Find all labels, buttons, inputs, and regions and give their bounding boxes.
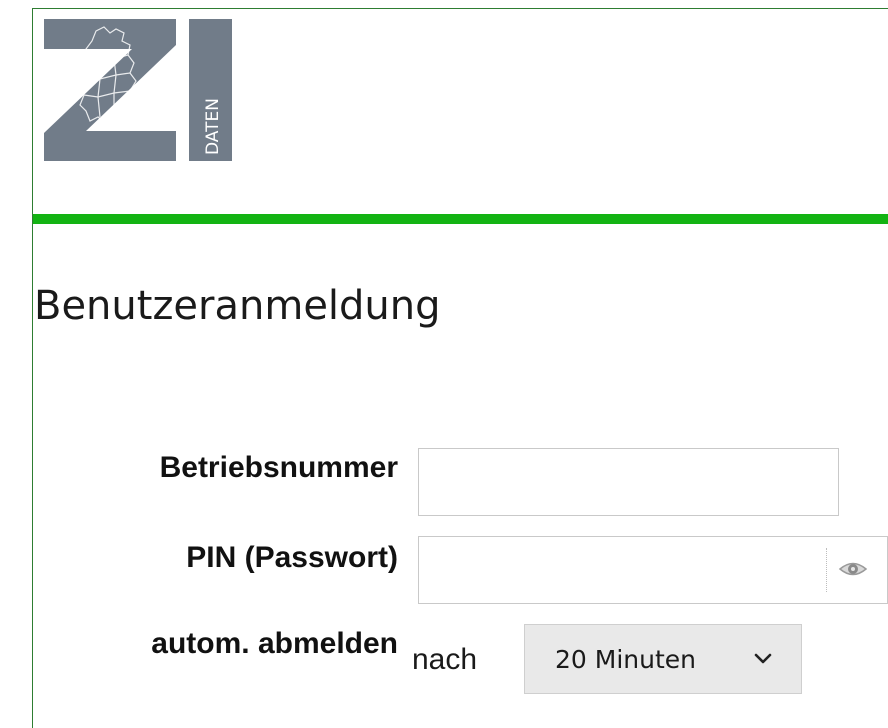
header-green-rule — [33, 214, 888, 224]
page-frame-top-border — [32, 8, 888, 9]
betriebsnummer-input[interactable] — [418, 448, 839, 516]
page-title: Benutzeranmeldung — [34, 283, 441, 329]
logo-z-letter — [44, 19, 176, 161]
page-frame-left-border — [32, 8, 33, 728]
betriebsnummer-label: Betriebsnummer — [159, 451, 398, 484]
pin-password-input[interactable] — [418, 536, 888, 604]
auto-logout-select[interactable]: 20 Minuten — [524, 624, 802, 694]
auto-logout-selected-value: 20 Minuten — [555, 644, 696, 674]
chevron-down-icon — [754, 653, 772, 664]
password-toggle-divider — [826, 548, 827, 592]
eye-icon[interactable] — [838, 556, 868, 582]
auto-logout-prefix: nach — [412, 643, 478, 676]
pin-label: PIN (Passwort) — [186, 541, 398, 574]
logo-daten-text: DATEN — [203, 98, 223, 155]
auto-logout-label: autom. abmelden — [151, 627, 398, 660]
zi-daten-logo: DATEN — [44, 19, 232, 161]
